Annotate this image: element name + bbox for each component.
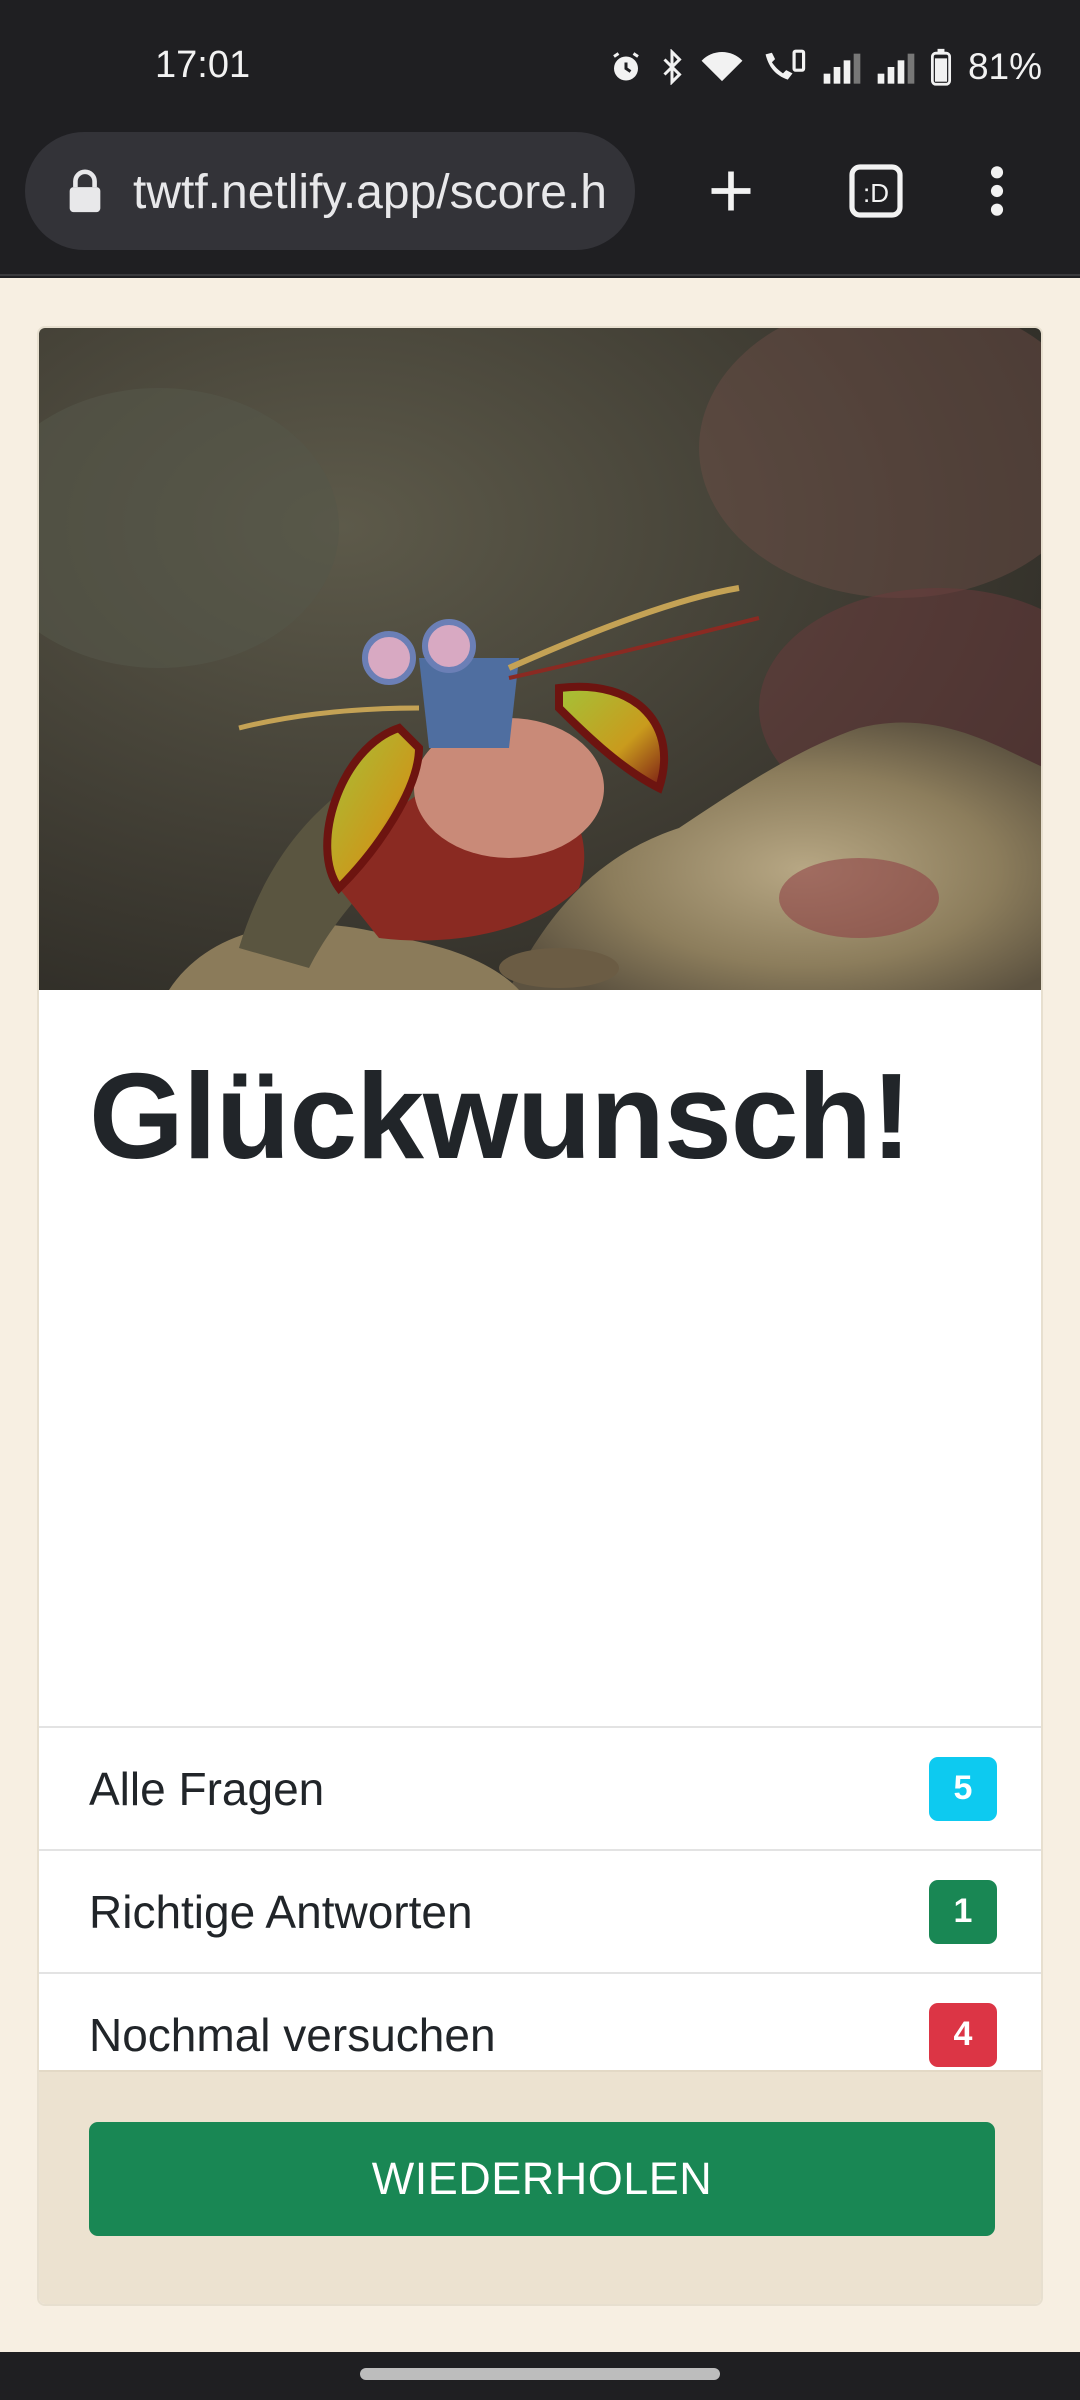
lock-icon[interactable] bbox=[65, 168, 105, 214]
mantis-shrimp-image bbox=[39, 328, 1041, 990]
page-title: Glückwunsch! bbox=[89, 1048, 912, 1184]
home-gesture-handle[interactable] bbox=[360, 2368, 720, 2380]
result-card: Glückwunsch! Alle Fragen 5 Richtige Antw… bbox=[37, 326, 1043, 2306]
score-list: Alle Fragen 5 Richtige Antworten 1 Nochm… bbox=[39, 1726, 1041, 2095]
signal-icon bbox=[877, 53, 915, 84]
page-content: Glückwunsch! Alle Fragen 5 Richtige Antw… bbox=[0, 278, 1080, 2352]
tab-switcher-button[interactable]: :D bbox=[837, 152, 915, 230]
count-badge: 1 bbox=[929, 1879, 997, 1944]
url-text[interactable]: twtf.netlify.app/score.h bbox=[133, 165, 607, 220]
list-item-label: Richtige Antworten bbox=[89, 1885, 473, 1938]
repeat-button[interactable]: WIEDERHOLEN bbox=[89, 2122, 995, 2236]
list-item-label: Alle Fragen bbox=[89, 1762, 325, 1815]
count-badge: 4 bbox=[929, 2002, 997, 2067]
new-tab-button[interactable] bbox=[692, 152, 770, 230]
tab-switcher-icon: :D bbox=[849, 164, 903, 218]
status-icons: 81% bbox=[608, 46, 1042, 88]
wifi-call-icon bbox=[765, 49, 806, 80]
list-item-label: Nochmal versuchen bbox=[89, 2008, 496, 2061]
overflow-menu-icon bbox=[990, 166, 1004, 216]
battery-icon bbox=[930, 48, 951, 86]
overflow-menu-button[interactable] bbox=[958, 152, 1036, 230]
new-tab-plus-icon bbox=[711, 171, 751, 211]
navigation-bar bbox=[0, 2352, 1080, 2400]
list-item-all-questions: Alle Fragen 5 bbox=[39, 1726, 1041, 1849]
bluetooth-icon bbox=[663, 49, 682, 85]
signal-icon bbox=[823, 53, 861, 84]
alarm-icon bbox=[613, 52, 639, 81]
list-item-correct-answers: Richtige Antworten 1 bbox=[39, 1849, 1041, 1972]
battery-percent: 81% bbox=[967, 46, 1042, 87]
address-bar[interactable]: twtf.netlify.app/score.h bbox=[25, 132, 635, 250]
card-footer: WIEDERHOLEN bbox=[39, 2070, 1041, 2304]
tab-count: :D bbox=[863, 178, 889, 208]
status-time: 17:01 bbox=[155, 44, 251, 86]
status-bar: 17:01 81% bbox=[0, 0, 1080, 132]
browser-toolbar: twtf.netlify.app/score.h :D bbox=[0, 132, 1080, 276]
count-badge: 5 bbox=[929, 1756, 997, 1821]
wifi-icon bbox=[701, 51, 743, 82]
